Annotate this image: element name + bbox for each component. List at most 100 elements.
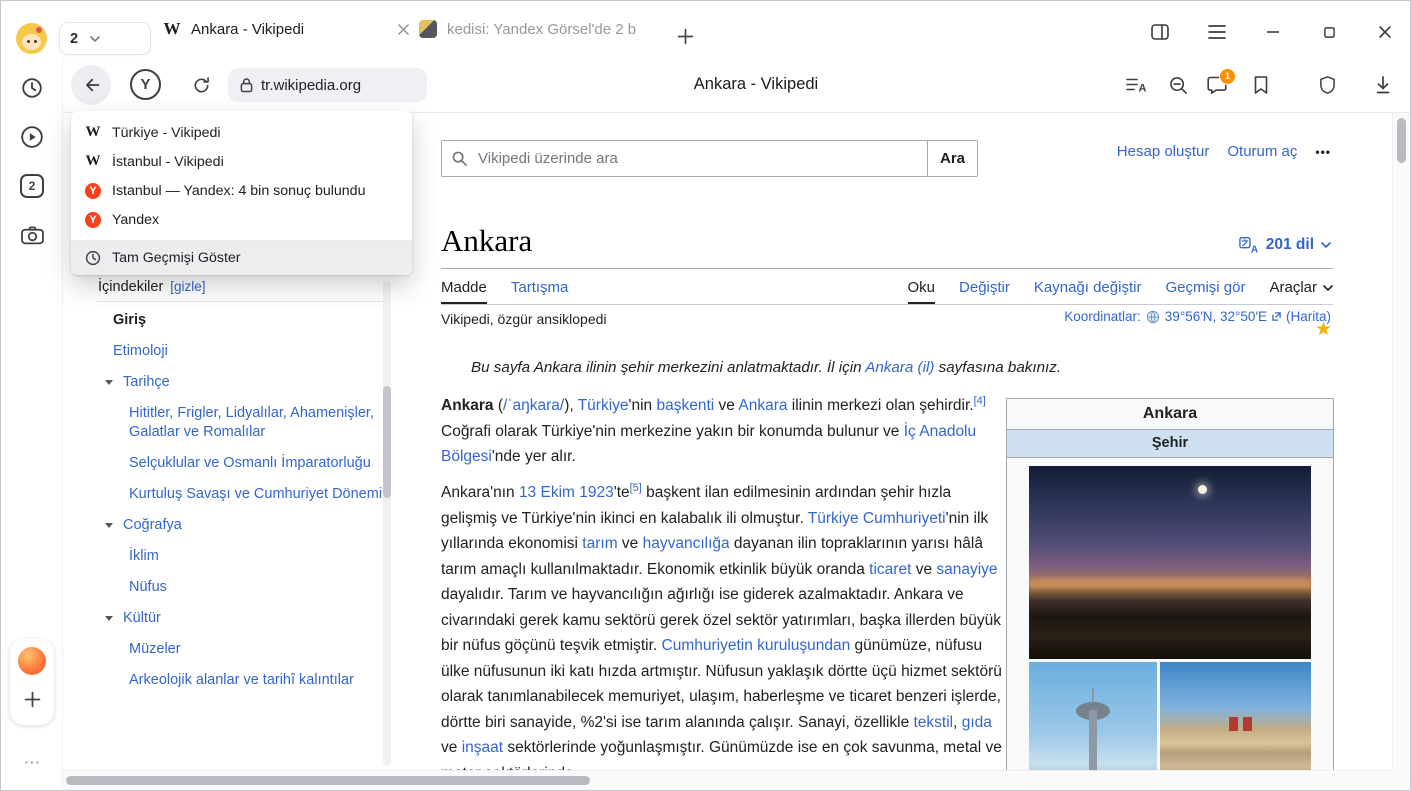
toc-item-iklim[interactable]: İklim xyxy=(96,547,384,566)
bookmark-button[interactable] xyxy=(1248,72,1274,98)
globe-icon xyxy=(1146,310,1160,324)
toc-item-etimoloji[interactable]: Etimoloji xyxy=(96,342,384,361)
chevron-down-icon xyxy=(1323,285,1333,291)
infobox-title: Ankara xyxy=(1007,399,1333,430)
back-button[interactable] xyxy=(71,65,111,105)
maximize-window-button[interactable] xyxy=(1316,19,1342,45)
tab-oku[interactable]: Oku xyxy=(908,279,936,304)
history-item[interactable]: Y Istanbul — Yandex: 4 bin sonuç bulundu xyxy=(71,176,412,205)
site-subtitle: Vikipedi, özgür ansiklopedi xyxy=(441,311,607,327)
create-account-link[interactable]: Hesap oluştur xyxy=(1117,143,1210,160)
minimize-icon xyxy=(1267,31,1279,33)
language-selector-button[interactable]: A 201 dil xyxy=(1239,236,1331,254)
reload-button[interactable] xyxy=(186,70,216,100)
coordinates-label-link[interactable]: Koordinatlar: xyxy=(1064,309,1141,324)
history-item[interactable]: W Türkiye - Vikipedi xyxy=(71,118,412,147)
protect-button[interactable] xyxy=(1314,72,1340,98)
coordinates-value-link[interactable]: 39°56′N, 32°50′E xyxy=(1165,309,1267,324)
svg-text:A: A xyxy=(1139,83,1147,94)
tab-ankara-vikipedi[interactable]: W Ankara - Vikipedi xyxy=(153,14,421,44)
tab-panels-icon xyxy=(1151,24,1169,40)
history-clock-icon xyxy=(85,250,101,266)
chevron-down-icon xyxy=(90,36,100,42)
reader-mode-button[interactable]: A xyxy=(1123,72,1149,98)
toc-item-giris[interactable]: Giriş xyxy=(96,311,384,330)
toc-item-tarihce[interactable]: Tarihçe xyxy=(96,373,384,392)
language-icon: A xyxy=(1239,236,1259,254)
new-tab-button[interactable] xyxy=(675,26,695,46)
history-item-label: Yandex xyxy=(112,212,159,228)
profile-avatar[interactable] xyxy=(16,23,47,54)
tab-counter-button[interactable]: 2 xyxy=(60,23,150,54)
history-panel-button[interactable] xyxy=(18,74,46,102)
downloads-button[interactable] xyxy=(1370,72,1396,98)
tab-tartisma[interactable]: Tartışma xyxy=(511,279,569,304)
tab-degistir[interactable]: Değiştir xyxy=(959,279,1010,304)
infobox-image-cityscape[interactable] xyxy=(1029,466,1311,659)
reader-mode-icon: A xyxy=(1126,77,1146,93)
tabs-panel-button[interactable]: 2 xyxy=(20,174,44,198)
vertical-scrollbar[interactable] xyxy=(1392,113,1410,772)
wiki-search-button[interactable]: Ara xyxy=(927,141,977,176)
toc-scrollbar[interactable] xyxy=(383,281,391,766)
tab-madde[interactable]: Madde xyxy=(441,279,487,304)
more-options-button[interactable]: ••• xyxy=(1315,145,1331,159)
toc-hide-link[interactable]: [gizle] xyxy=(170,279,205,294)
tab-title: kedisi: Yandex Görsel'de 2 b xyxy=(447,21,671,38)
tab-kaynagi-degistir[interactable]: Kaynağı değiştir xyxy=(1034,279,1142,304)
tools-menu-button[interactable]: Araçlar xyxy=(1269,279,1333,304)
window-page-title: Ankara - Vikipedi xyxy=(561,75,951,94)
wikipedia-favicon-icon: W xyxy=(163,19,181,39)
minimize-window-button[interactable] xyxy=(1260,19,1286,45)
zoom-button[interactable] xyxy=(1165,72,1191,98)
close-window-button[interactable] xyxy=(1372,19,1398,45)
horizontal-scrollbar[interactable] xyxy=(63,770,1394,790)
paragraph-intro: Ankara (/ˈaŋkara/), Türkiye'nin başkenti… xyxy=(441,393,1007,470)
toc-item-muzeler[interactable]: Müzeler xyxy=(96,640,384,659)
toc-item-arkeolojik[interactable]: Arkeolojik alanlar ve tarihî kalıntılar xyxy=(96,671,384,690)
reload-icon xyxy=(192,76,211,95)
address-bar[interactable]: tr.wikipedia.org xyxy=(228,68,427,102)
download-arrow-icon xyxy=(1375,76,1391,94)
horizontal-scrollbar-thumb[interactable] xyxy=(66,776,590,785)
toc-item-nufus[interactable]: Nüfus xyxy=(96,578,384,597)
tab-kedisi-yandex-gorsel[interactable]: kedisi: Yandex Görsel'de 2 b xyxy=(409,14,681,44)
toc-item-cografya[interactable]: Coğrafya xyxy=(96,516,384,535)
toc-item-selcuklular[interactable]: Selçuklular ve Osmanlı İmparatorluğu xyxy=(96,454,384,473)
tab-panels-button[interactable] xyxy=(1147,19,1173,45)
infobox-image-anitkabir[interactable] xyxy=(1160,662,1311,772)
city-lights xyxy=(1029,578,1311,588)
tab-title: Ankara - Vikipedi xyxy=(191,21,385,38)
yandex-search-button[interactable]: Y xyxy=(130,69,161,100)
toc-item-kultur[interactable]: Kültür xyxy=(96,609,384,628)
sidebar-add-button[interactable] xyxy=(22,689,42,709)
tab-gecmisi-gor[interactable]: Geçmişi gör xyxy=(1165,279,1245,304)
wikipedia-favicon-icon: W xyxy=(85,124,101,141)
toc-item-kurtulus[interactable]: Kurtuluş Savaşı ve Cumhuriyet Dönemi xyxy=(96,485,384,504)
navigation-toolbar: Y tr.wikipedia.org Ankara - Vikipedi A 1 xyxy=(1,57,1410,113)
history-dropdown: W Türkiye - Vikipedi W İstanbul - Vikipe… xyxy=(71,111,412,275)
toc-header: İçindekiler xyxy=(98,279,163,295)
wiki-search-bar: Ara xyxy=(441,140,978,177)
alice-assistant-button[interactable] xyxy=(18,647,46,675)
history-item[interactable]: Y Yandex xyxy=(71,205,412,234)
back-arrow-icon xyxy=(82,76,100,94)
toc-scrollbar-thumb[interactable] xyxy=(383,386,391,498)
tab-bar: 2 W Ankara - Vikipedi kedisi: Yandex Gör… xyxy=(1,1,1410,57)
hamburger-menu-icon xyxy=(1208,25,1226,39)
infobox-image-atakule-tower[interactable] xyxy=(1029,662,1157,772)
browser-menu-button[interactable] xyxy=(1204,19,1230,45)
toc-item-hititler[interactable]: Hititler, Frigler, Lidyalılar, Ahamenişl… xyxy=(96,404,384,442)
wiki-search-input[interactable] xyxy=(476,141,927,176)
red-banners xyxy=(1229,717,1238,731)
login-link[interactable]: Oturum aç xyxy=(1227,143,1297,160)
comments-button[interactable]: 1 xyxy=(1204,72,1230,98)
vertical-scrollbar-thumb[interactable] xyxy=(1397,118,1406,163)
show-full-history-item[interactable]: Tam Geçmişi Göster xyxy=(71,241,412,275)
screenshot-panel-button[interactable] xyxy=(18,221,46,249)
video-panel-button[interactable] xyxy=(18,123,46,151)
plus-icon xyxy=(677,28,694,45)
history-item[interactable]: W İstanbul - Vikipedi xyxy=(71,147,412,176)
sidebar-more-button[interactable]: ⋯ xyxy=(1,753,63,773)
chevron-down-icon xyxy=(105,380,113,385)
